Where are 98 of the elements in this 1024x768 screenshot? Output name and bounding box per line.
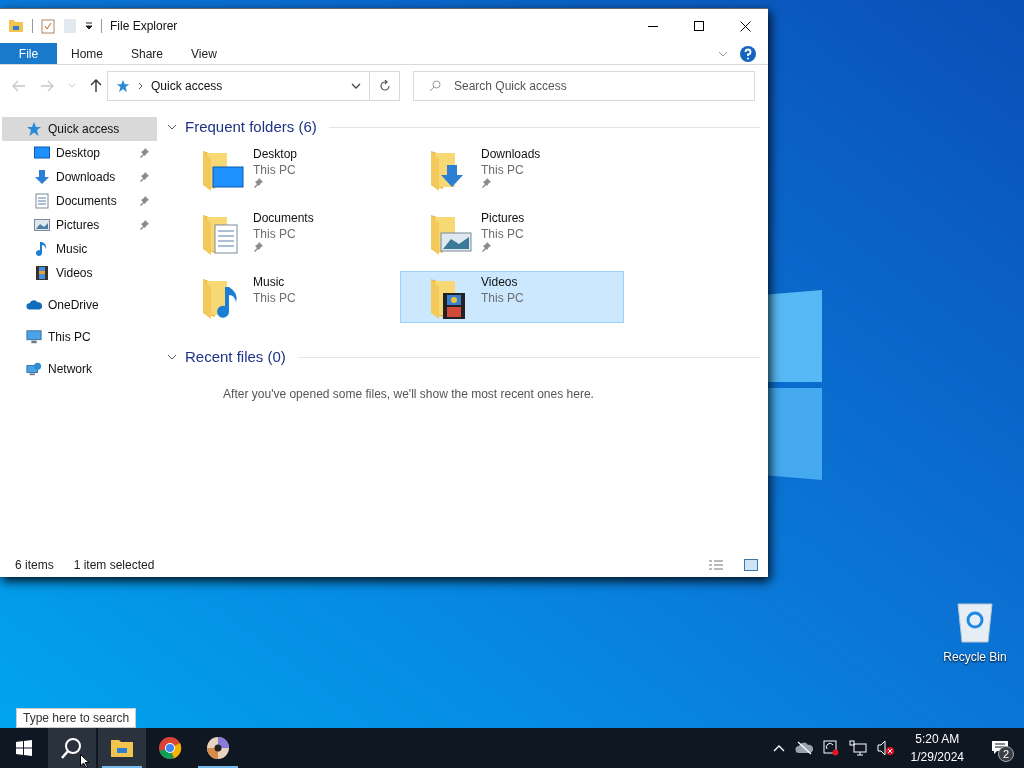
chevron-down-icon[interactable] [167,352,177,362]
folder-tile[interactable]: Documents This PC [172,207,396,259]
search-icon [429,80,441,92]
nav-item[interactable]: Network [2,357,157,381]
ribbon-tab[interactable]: Home [57,43,117,64]
notification-button[interactable]: 2 [980,728,1020,768]
document-icon [35,193,49,209]
section-header[interactable]: Frequent folders (6) [185,115,317,139]
clock-date: 1/29/2024 [910,749,964,766]
pin-icon [481,242,491,252]
notification-count: 2 [998,746,1014,762]
desktop-icon [34,146,50,160]
security-icon[interactable] [822,740,839,756]
film-icon [35,265,49,281]
folder-name: Pictures [481,210,525,226]
folder-name: Documents [253,210,314,226]
search-tooltip: Type here to search [16,708,137,728]
recycle-bin-icon [955,600,995,644]
ribbon-tab[interactable]: View [177,43,231,64]
pin-icon [481,178,491,188]
cloud-off-icon[interactable] [794,741,813,755]
nav-item[interactable]: Documents [2,189,157,213]
search-icon [61,737,83,759]
chevron-down-icon[interactable] [167,122,177,132]
image-icon [34,218,50,232]
window-title: File Explorer [110,18,179,35]
nav-item[interactable]: OneDrive [2,293,157,317]
mouse-cursor-icon [80,754,90,768]
chevron-down-icon[interactable] [351,83,361,89]
close-icon [739,20,751,32]
large-icons-view-icon[interactable] [744,559,758,571]
search-field[interactable]: Search Quick access [413,71,755,101]
empty-message: After you've opened some files, we'll show the most recent ones here. [223,386,594,403]
folder-tile[interactable]: Desktop This PC [172,143,396,195]
folder-location: This PC [481,290,524,306]
status-item-count: 6 items [15,557,54,574]
speaker-muted-icon[interactable] [876,740,895,756]
folder-tile[interactable]: Pictures This PC [400,207,624,259]
folder-name: Videos [481,274,519,290]
pin-icon [253,178,263,188]
pin-icon [139,148,149,158]
help-icon[interactable] [740,45,756,62]
up-arrow-icon[interactable] [90,79,102,93]
ribbon-tab[interactable]: Share [117,43,178,64]
folder-location: This PC [481,162,525,178]
nav-item[interactable]: This PC [2,325,157,349]
network-icon [26,361,42,377]
folder-name: Desktop [253,146,298,162]
breadcrumb-chevron-icon [138,82,143,90]
address-bar[interactable]: Quick access [107,71,370,101]
folder-icon[interactable] [8,19,24,33]
wired-network-icon[interactable] [848,740,867,756]
windows-start-icon [16,740,32,756]
download-arrow-icon [34,169,50,185]
clock[interactable]: 5:20 AM 1/29/2024 [904,730,970,766]
folder-location: This PC [253,226,297,242]
music-note-icon [35,241,49,257]
properties-icon[interactable] [41,18,55,34]
nav-item[interactable]: Pictures [2,213,157,237]
chevron-up-icon[interactable] [772,744,785,752]
refresh-button[interactable] [370,71,400,101]
nav-item[interactable]: Videos [2,261,157,285]
nav-item[interactable]: Quick access [2,117,157,141]
nav-item[interactable]: Downloads [2,165,157,189]
minimize-icon [648,25,658,27]
taskbar-button[interactable] [48,728,96,768]
desktop-icon-item[interactable]: Recycle Bin [938,600,1012,666]
address-path: Quick access [151,78,224,95]
disc-icon [206,736,230,760]
pin-icon [253,242,263,252]
star-icon [26,121,42,137]
pin-icon [139,172,149,182]
folder-tile[interactable]: Downloads This PC [400,143,624,195]
file-menu-tab[interactable]: File [0,43,57,64]
chrome-icon [158,736,182,760]
folder-location: This PC [481,226,525,242]
refresh-icon [378,80,391,92]
desktop-icon-label: Recycle Bin [943,649,1007,666]
folder-tile[interactable]: Videos This PC [400,271,624,323]
dropdown-icon[interactable] [85,22,93,30]
folder-name: Downloads [481,146,541,162]
nav-item[interactable]: Desktop [2,141,157,165]
clock-time: 5:20 AM [915,731,960,748]
folder-icon [110,738,134,758]
pin-icon [139,196,149,206]
section-header[interactable]: Recent files (0) [185,345,286,369]
status-selection: 1 item selected [73,557,155,574]
folder-tile[interactable]: Music This PC [172,271,396,323]
folder-name: Music [253,274,286,290]
nav-item[interactable]: Music [2,237,157,261]
maximize-icon [694,21,704,31]
folder-location: This PC [253,162,297,178]
star-icon [116,79,130,93]
cloud-icon [26,299,42,311]
folder-location: This PC [253,290,296,306]
taskbar-button[interactable] [98,728,146,768]
pin-icon [139,220,149,230]
monitor-icon [26,329,42,345]
